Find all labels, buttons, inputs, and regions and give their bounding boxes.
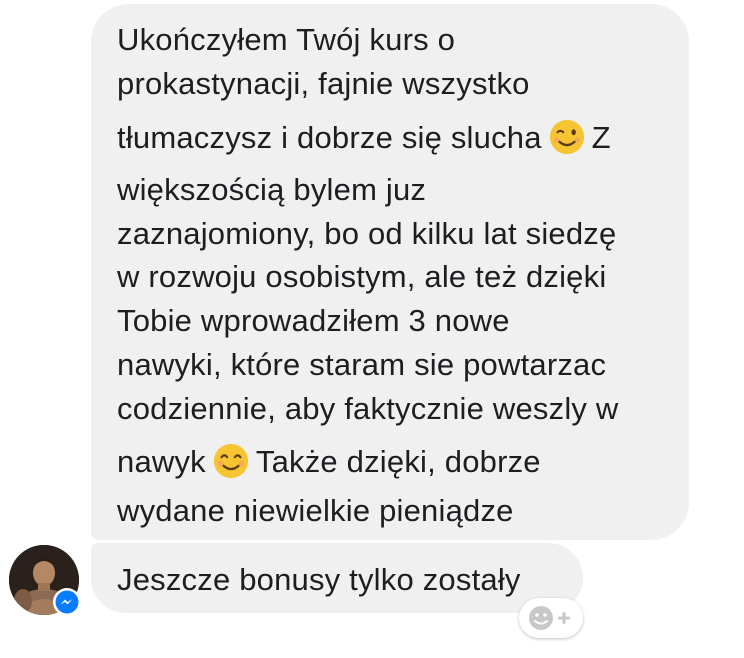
message-line-with-emoji: nawyk Także dzięki, dobrze bbox=[117, 443, 541, 480]
message-line: większością bylem juz bbox=[117, 172, 427, 207]
message-text: tłumaczysz i dobrze się slucha bbox=[117, 120, 542, 155]
messenger-badge bbox=[53, 588, 81, 616]
message-line: prokastynacji, fajnie wszystko bbox=[117, 66, 530, 101]
message-line: zaznajomiony, bo od kilku lat siedzę bbox=[117, 216, 617, 251]
winking-face-emoji bbox=[549, 119, 584, 154]
add-reaction-icon bbox=[529, 606, 570, 630]
message-bubble[interactable]: Jeszcze bonusy tylko zostały bbox=[91, 543, 583, 613]
message-text: Także dzięki, dobrze bbox=[255, 444, 541, 479]
message-line: w rozwoju osobistym, ale też dzięki bbox=[117, 259, 607, 294]
message-line-with-emoji: tłumaczysz i dobrze się slucha Z bbox=[117, 119, 611, 156]
messenger-badge-icon bbox=[55, 590, 79, 614]
smiling-face-emoji bbox=[213, 443, 248, 478]
message-line: nawyki, które staram sie powtarzac bbox=[117, 347, 607, 382]
message-line: codziennie, aby faktycznie weszly w bbox=[117, 391, 619, 426]
message-line: wydane niewielkie pieniądze bbox=[117, 493, 514, 528]
message-line: Tobie wprowadziłem 3 nowe bbox=[117, 303, 510, 338]
message-text: nawyk bbox=[117, 444, 206, 479]
add-reaction-button[interactable] bbox=[519, 598, 583, 638]
message-line: Jeszcze bonusy tylko zostały bbox=[117, 562, 521, 597]
message-line: Ukończyłem Twój kurs o bbox=[117, 22, 456, 57]
message-bubble[interactable]: Ukończyłem Twój kurs o prokastynacji, fa… bbox=[91, 4, 689, 540]
message-text: Z bbox=[591, 120, 611, 155]
